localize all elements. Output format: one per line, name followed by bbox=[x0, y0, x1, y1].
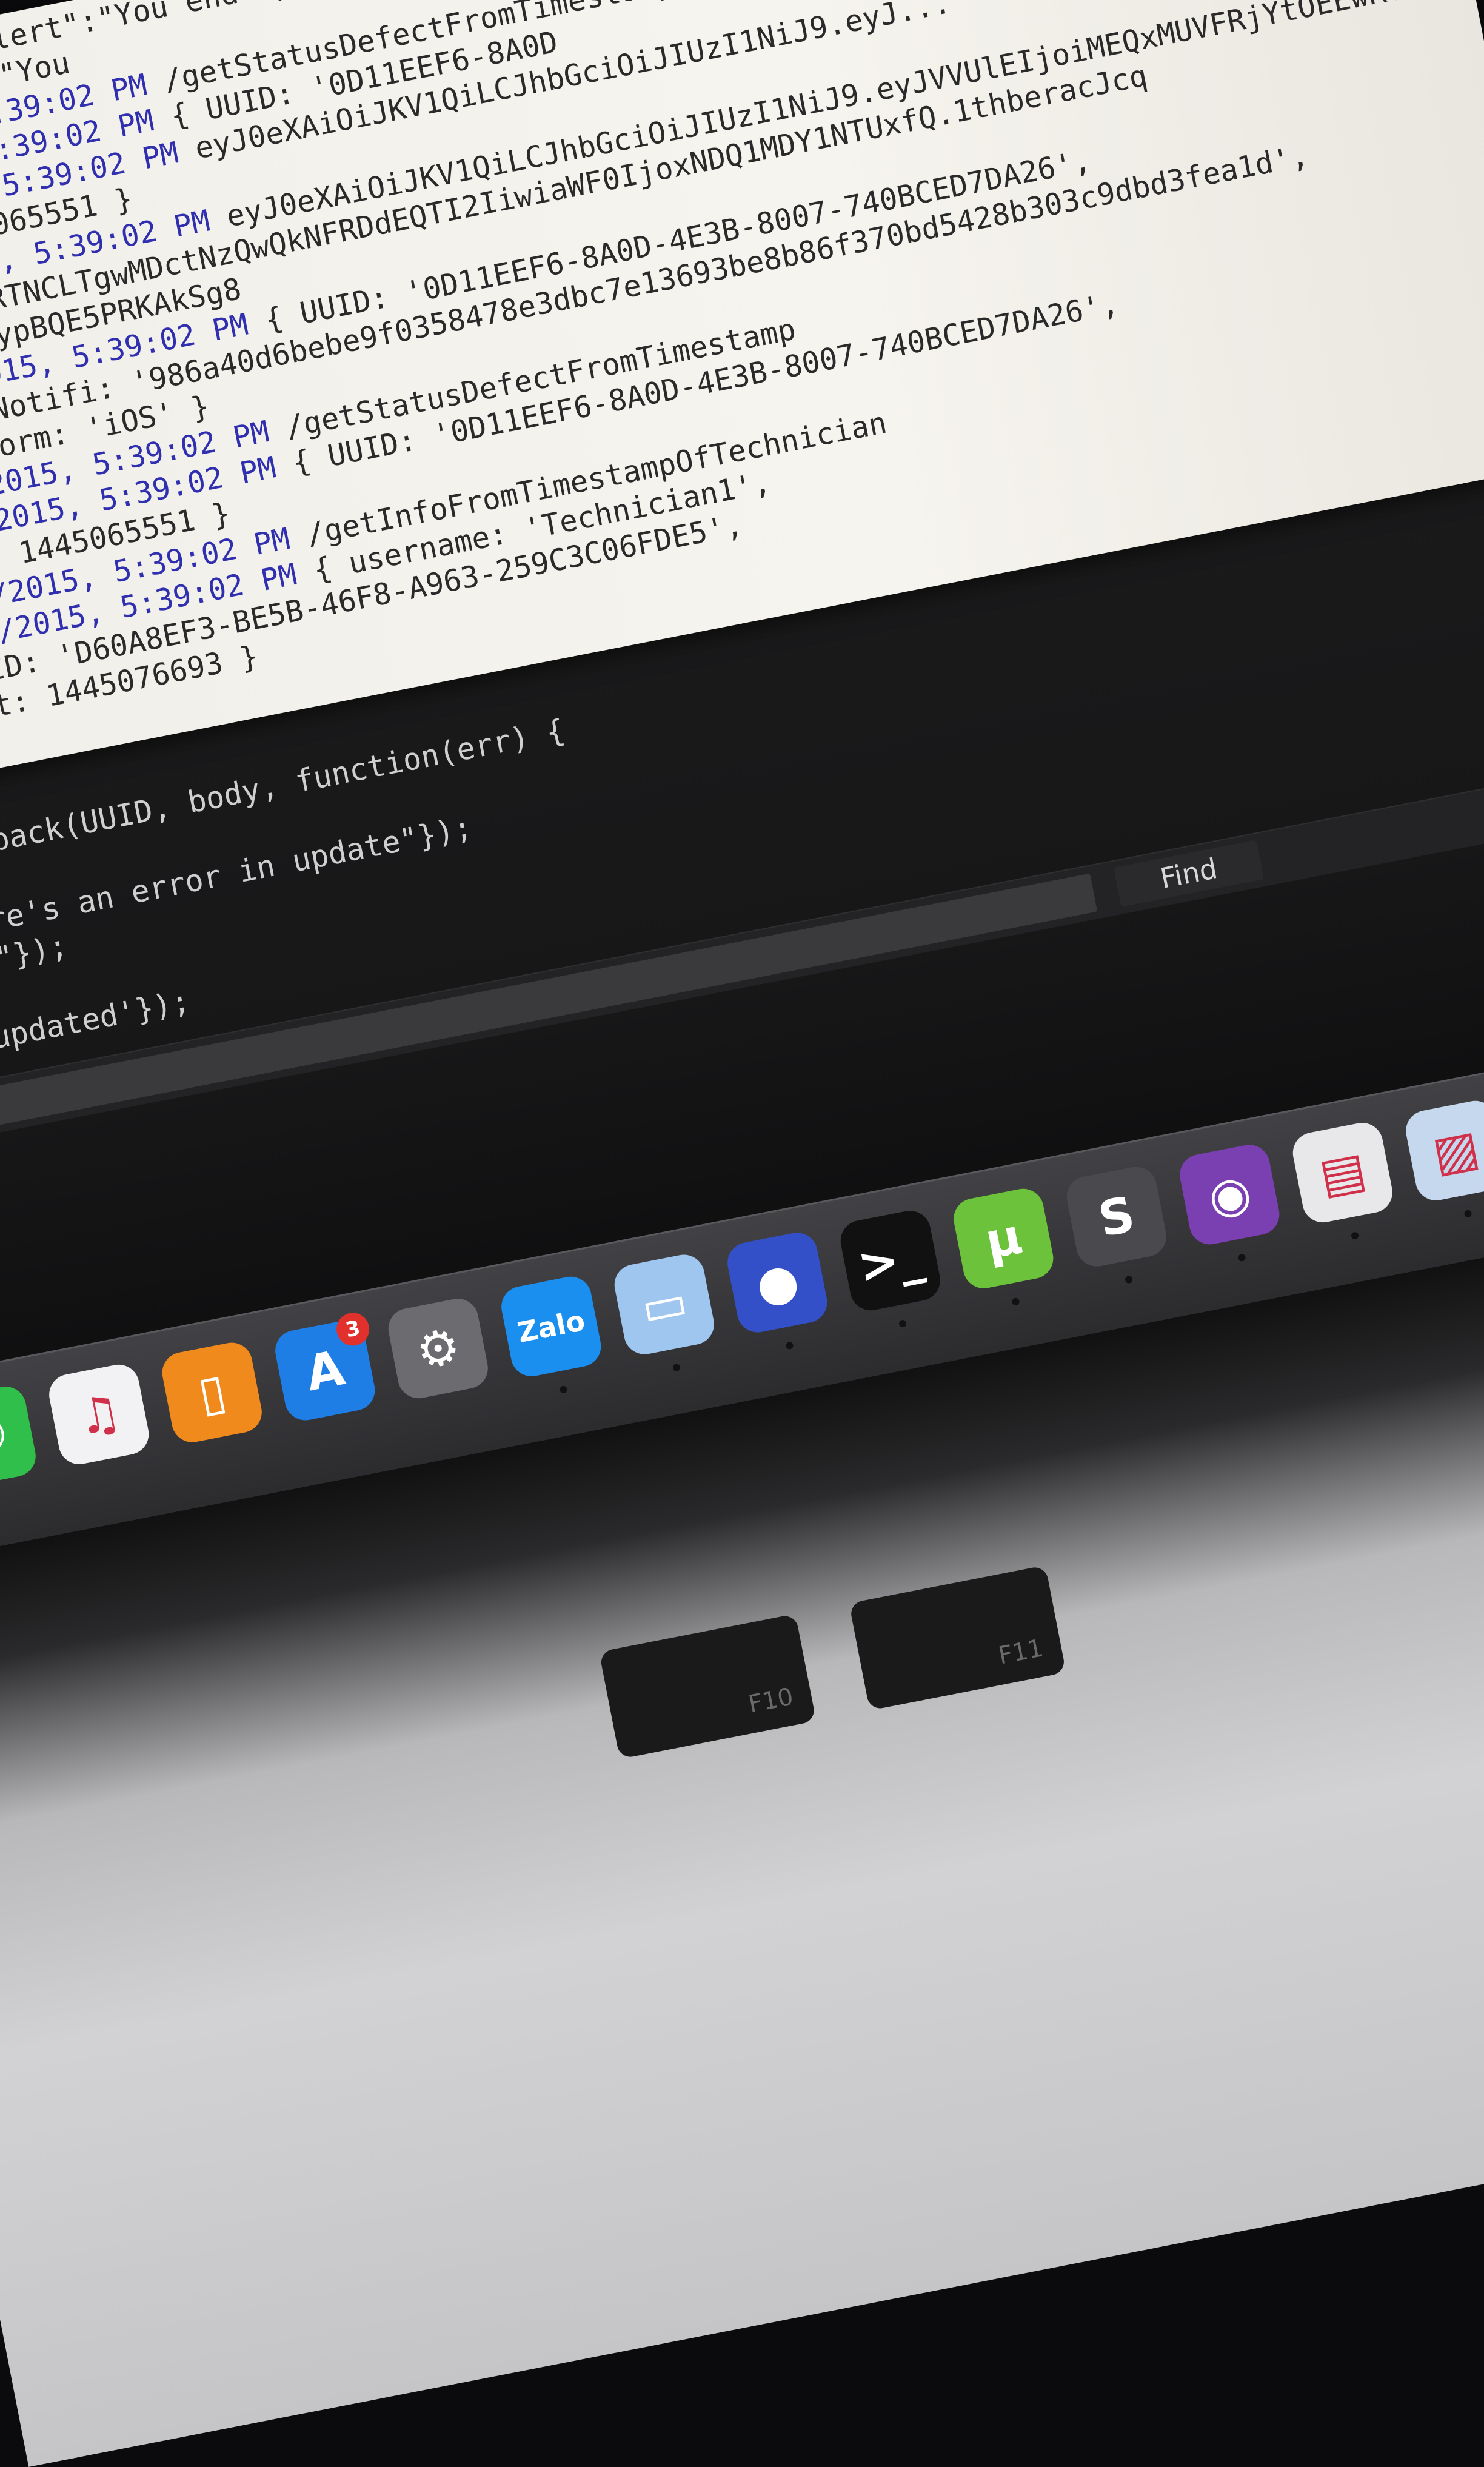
app-store-icon[interactable]: A3 bbox=[272, 1310, 379, 1424]
dock-glyph: Zalo bbox=[515, 1304, 588, 1350]
running-indicator bbox=[672, 1363, 681, 1372]
dock-glyph: S bbox=[1094, 1185, 1139, 1248]
dock-glyph: ▤ bbox=[1314, 1140, 1371, 1205]
itunes-icon[interactable]: ♫ bbox=[45, 1361, 153, 1468]
dock-glyph: ✆ bbox=[0, 1405, 12, 1468]
running-indicator bbox=[785, 1341, 794, 1350]
dock-glyph: ♫ bbox=[72, 1382, 126, 1447]
key-f11: F11 bbox=[849, 1565, 1066, 1711]
github-icon[interactable]: ◉ bbox=[1176, 1141, 1283, 1248]
terminal-log: en: 5J..."alert":"You end up...: {"alert… bbox=[0, 0, 1484, 738]
sublime-text-icon[interactable]: S bbox=[1063, 1163, 1170, 1270]
system-preferences-icon[interactable]: ⚙ bbox=[384, 1295, 492, 1402]
dock-glyph: ● bbox=[751, 1251, 804, 1314]
running-indicator bbox=[1124, 1275, 1134, 1284]
notification-badge: 3 bbox=[333, 1310, 372, 1349]
dock-glyph: ▭ bbox=[636, 1272, 692, 1337]
running-indicator bbox=[1011, 1297, 1020, 1306]
dock-glyph: ⚙ bbox=[411, 1316, 465, 1381]
ibooks-icon[interactable]: ▯ bbox=[158, 1339, 266, 1446]
dock-glyph: A bbox=[301, 1339, 349, 1402]
dock-glyph: ◉ bbox=[1203, 1163, 1256, 1227]
preview-thumbnail-icon[interactable]: ▨ bbox=[1402, 1097, 1484, 1204]
running-indicator bbox=[1351, 1231, 1360, 1240]
photographed-laptop-screen: en: 5J..."alert":"You end up...: {"alert… bbox=[0, 0, 1484, 2467]
window-thumbnail-icon[interactable]: ▤ bbox=[1289, 1119, 1396, 1227]
running-indicator bbox=[898, 1319, 907, 1328]
dock-glyph: µ bbox=[980, 1207, 1027, 1270]
key-f10: F10 bbox=[599, 1613, 817, 1759]
cyberduck-icon[interactable]: ● bbox=[724, 1229, 831, 1336]
terminal-window: en: 5J..."alert":"You end up...: {"alert… bbox=[0, 0, 1484, 783]
running-indicator bbox=[559, 1385, 568, 1394]
running-indicator bbox=[1463, 1209, 1472, 1218]
facetime-icon[interactable]: ✆ bbox=[0, 1383, 39, 1490]
utorrent-icon[interactable]: µ bbox=[950, 1185, 1057, 1292]
running-indicator bbox=[1237, 1253, 1246, 1262]
dock-glyph: ▨ bbox=[1428, 1118, 1484, 1183]
parallels-icon[interactable]: ▭ bbox=[610, 1251, 718, 1358]
zalo-icon[interactable]: Zalo bbox=[498, 1273, 605, 1380]
dock-glyph: ▯ bbox=[193, 1362, 231, 1423]
terminal-icon[interactable]: >_ bbox=[837, 1207, 944, 1314]
dock-glyph: >_ bbox=[853, 1227, 928, 1294]
